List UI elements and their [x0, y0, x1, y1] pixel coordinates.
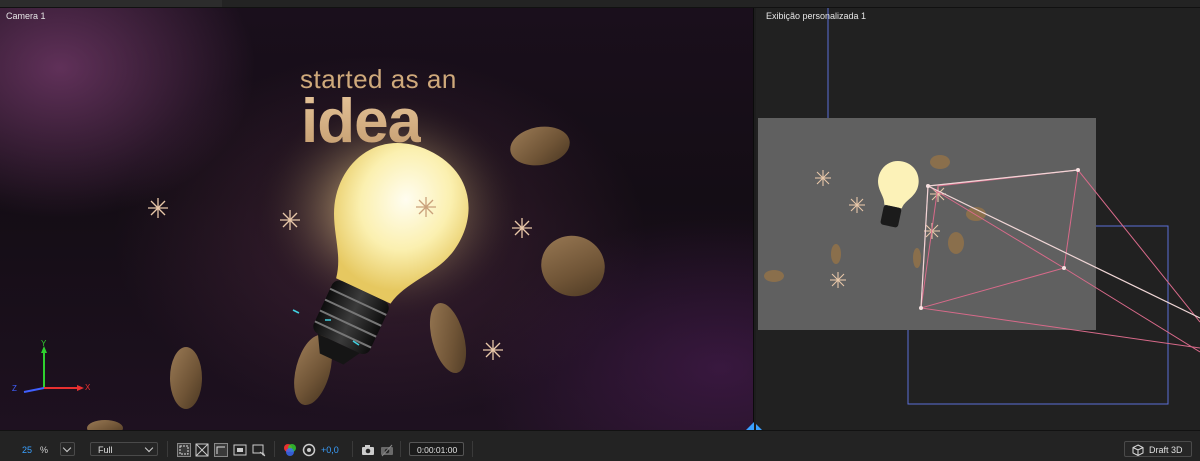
show-snapshot-icon[interactable]	[380, 443, 394, 457]
grid-icon[interactable]	[252, 443, 266, 457]
sparkle	[815, 170, 831, 186]
custom-view-viewer[interactable]: Exibição personalizada 1	[756, 8, 1200, 430]
color-channels-icon[interactable]	[283, 443, 297, 457]
composition-plane	[758, 118, 1096, 330]
coin	[831, 244, 841, 264]
sparkle	[483, 340, 503, 360]
guides-icon[interactable]	[233, 443, 247, 457]
camera-vertex	[926, 184, 930, 188]
coin	[170, 347, 202, 409]
camera-viewer[interactable]: Camera 1 started as an idea Y X Z	[0, 8, 754, 430]
sparkle	[830, 272, 846, 288]
toolbar-separator	[167, 441, 168, 457]
toolbar-separator	[352, 441, 353, 457]
zoom-value[interactable]: 25	[22, 445, 32, 455]
reset-exposure-icon[interactable]	[302, 443, 316, 457]
region-of-interest-icon[interactable]	[177, 443, 191, 457]
draft-3d-button[interactable]: Draft 3D	[1124, 441, 1192, 457]
sparkle	[148, 198, 168, 218]
coin	[948, 232, 964, 254]
viewer-label: Exibição personalizada 1	[766, 11, 867, 21]
sparkle	[416, 197, 436, 217]
scene-title-line2: idea	[301, 87, 422, 156]
resolution-value: Full	[98, 445, 113, 455]
sparkle	[849, 197, 865, 213]
draft3d-icon	[1132, 444, 1144, 456]
mask-visibility-icon[interactable]	[214, 443, 228, 457]
camera-vertex	[1076, 168, 1080, 172]
coin	[87, 420, 123, 430]
toolbar-separator	[400, 441, 401, 457]
draft-3d-label: Draft 3D	[1149, 445, 1183, 455]
coin	[913, 248, 921, 268]
viewer-label: Camera 1	[6, 11, 46, 21]
sparkle	[512, 218, 532, 238]
toolbar-separator	[472, 441, 473, 457]
axis-z-label: Z	[12, 384, 17, 393]
top-panel-strip	[0, 0, 1200, 8]
current-time-display[interactable]: 0:00:01:00	[409, 442, 464, 456]
transparency-grid-icon[interactable]	[195, 443, 209, 457]
axis-gizmo: Y X Z	[10, 339, 100, 400]
resolution-dropdown[interactable]: Full	[90, 442, 158, 456]
active-panel-tab[interactable]	[0, 0, 222, 7]
coin	[930, 155, 950, 169]
coin	[541, 235, 605, 297]
chevron-down-icon	[144, 443, 154, 453]
custom-view-render	[758, 8, 1200, 405]
axis-x-label: X	[85, 383, 91, 392]
toolbar-separator	[274, 441, 275, 457]
viewer-corner-marker	[746, 422, 754, 430]
snapshot-icon[interactable]	[361, 443, 375, 457]
camera-vertex	[1062, 266, 1066, 270]
zoom-unit: %	[40, 445, 49, 455]
timecode-value: 0:00:01:00	[417, 445, 458, 455]
sparkle	[280, 210, 300, 230]
exposure-value[interactable]: +0,0	[321, 445, 339, 455]
zoom-dropdown-button[interactable]	[60, 442, 75, 456]
chevron-down-icon	[62, 443, 72, 453]
camera-vertex	[919, 306, 923, 310]
coin	[764, 270, 784, 282]
axis-y-label: Y	[41, 339, 47, 348]
app-window: Camera 1 started as an idea Y X Z Exibiç…	[0, 0, 1200, 461]
